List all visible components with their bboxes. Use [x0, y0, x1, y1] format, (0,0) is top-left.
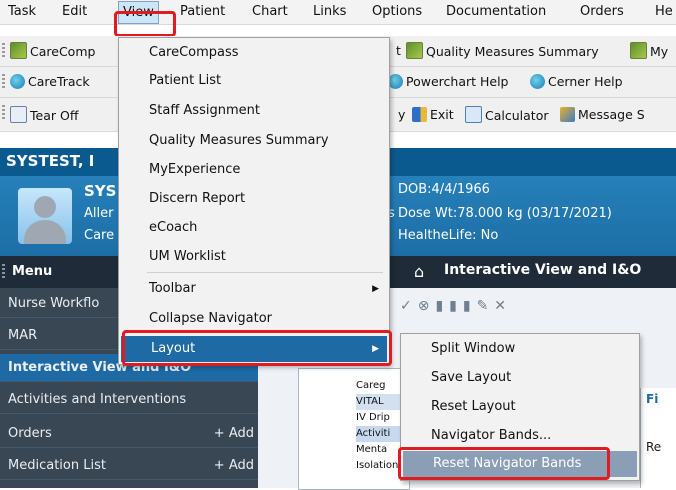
- right-pane-label: Re: [646, 440, 662, 454]
- view-title: Interactive View and I&O: [444, 262, 642, 278]
- quality-measures-button[interactable]: Quality Measures Summary: [406, 42, 599, 60]
- tear-off-button[interactable]: Tear Off: [10, 106, 78, 124]
- exit-button[interactable]: Exit: [412, 106, 454, 124]
- nav-item-activities[interactable]: Activities and Interventions: [0, 386, 258, 414]
- calculator-icon: [465, 106, 482, 123]
- layout-submenu: Split Window Save Layout Reset Layout Na…: [400, 333, 640, 481]
- avatar: [18, 188, 72, 244]
- my-button[interactable]: My: [630, 42, 668, 60]
- orders-add-button[interactable]: + Add: [214, 420, 254, 448]
- quality-measures-icon: [406, 42, 423, 59]
- menu-item-quality-measures[interactable]: Quality Measures Summary: [119, 128, 387, 154]
- menu-separator: [147, 272, 383, 273]
- menu-chart[interactable]: Chart: [252, 0, 288, 24]
- menu-item-um-worklist[interactable]: UM Worklist: [119, 244, 387, 270]
- caretrack-button[interactable]: CareTrack: [10, 73, 90, 91]
- dose-weight-value: Dose Wt:78.000 kg (03/17/2021): [398, 206, 612, 221]
- menu-item-patient-list[interactable]: Patient List: [119, 68, 387, 94]
- menu-view[interactable]: View: [118, 1, 159, 24]
- menu-item-reset-layout[interactable]: Reset Layout: [401, 394, 637, 420]
- carecompass-button[interactable]: CareComp: [10, 42, 95, 60]
- submenu-arrow-icon: ▶: [372, 344, 379, 354]
- list-item[interactable]: Careg: [356, 378, 404, 394]
- nav-item-orders[interactable]: Orders + Add: [0, 420, 258, 448]
- list-item[interactable]: IV Drip: [356, 410, 404, 426]
- powerchart-help-icon: [388, 74, 403, 89]
- menu-header-label: Menu: [12, 264, 53, 279]
- menu-bar: Task Edit View Patient Chart Links Optio…: [0, 0, 676, 25]
- toolbar1-fragment: t: [396, 43, 401, 58]
- cerner-help-icon: [530, 74, 545, 89]
- medication-add-button[interactable]: + Add: [214, 452, 254, 480]
- home-icon[interactable]: ⌂: [414, 262, 424, 281]
- list-item[interactable]: Menta: [356, 442, 404, 458]
- submenu-arrow-icon: ▶: [372, 284, 379, 294]
- patient-name: SYSTEST, I: [6, 152, 95, 170]
- menu-item-save-layout[interactable]: Save Layout: [401, 365, 637, 391]
- menu-item-layout[interactable]: Layout ▶: [121, 336, 387, 362]
- caretrack-icon: [10, 74, 25, 89]
- allergies-label: Aller: [84, 206, 114, 221]
- healthelife-value: HealtheLife: No: [398, 228, 499, 243]
- menu-item-carecompass[interactable]: CareCompass: [119, 40, 387, 66]
- toolbar-grip[interactable]: [2, 74, 5, 90]
- view-menu: CareCompass Patient List Staff Assignmen…: [118, 37, 390, 365]
- toolbar-grip[interactable]: [2, 43, 5, 59]
- my-icon: [630, 42, 647, 59]
- menu-edit[interactable]: Edit: [62, 0, 87, 24]
- menu-orders[interactable]: Orders: [580, 0, 624, 24]
- menu-options[interactable]: Options: [372, 0, 422, 24]
- patient-short-name: SYS: [84, 182, 117, 200]
- menu-item-navigator-bands[interactable]: Navigator Bands...: [401, 423, 637, 449]
- menu-item-staff-assignment[interactable]: Staff Assignment: [119, 98, 387, 124]
- menu-help[interactable]: He: [655, 0, 673, 24]
- menu-task[interactable]: Task: [8, 0, 36, 24]
- nav-item-medication-list[interactable]: Medication List + Add: [0, 452, 258, 480]
- exit-icon: [412, 107, 427, 122]
- cerner-help-button[interactable]: Cerner Help: [530, 73, 623, 91]
- list-item[interactable]: Activiti: [356, 426, 404, 442]
- menu-documentation[interactable]: Documentation: [446, 0, 546, 24]
- message-button[interactable]: Message S: [560, 106, 645, 124]
- menu-patient[interactable]: Patient: [180, 0, 225, 24]
- message-icon: [560, 107, 575, 122]
- care-label: Care: [84, 228, 115, 243]
- tear-off-icon: [10, 106, 27, 123]
- right-pane-label: Fi: [646, 392, 659, 406]
- menu-item-myexperience[interactable]: MyExperience: [119, 157, 387, 183]
- menu-grip[interactable]: [2, 264, 5, 280]
- powerchart-help-button[interactable]: Powerchart Help: [388, 73, 508, 91]
- menu-item-discern-report[interactable]: Discern Report: [119, 186, 387, 212]
- list-item[interactable]: VITAL: [356, 394, 404, 410]
- dob-value: DOB:4/4/1966: [398, 182, 490, 197]
- list-item[interactable]: Isolation: [356, 458, 404, 474]
- toolbar-grip[interactable]: [2, 105, 5, 121]
- toolbar3-fragment: y: [398, 107, 406, 122]
- calculator-button[interactable]: Calculator: [465, 106, 548, 124]
- menu-item-ecoach[interactable]: eCoach: [119, 215, 387, 241]
- menu-item-split-window[interactable]: Split Window: [401, 336, 637, 362]
- menu-item-collapse-navigator[interactable]: Collapse Navigator: [119, 306, 387, 332]
- menu-item-reset-navigator-bands[interactable]: Reset Navigator Bands: [403, 451, 637, 477]
- menu-item-toolbar[interactable]: Toolbar ▶: [119, 276, 387, 302]
- carecompass-icon: [10, 42, 27, 59]
- view-toolbar-icons[interactable]: ✓⊗▮▮▮✎✕: [400, 298, 512, 314]
- menu-links[interactable]: Links: [313, 0, 346, 24]
